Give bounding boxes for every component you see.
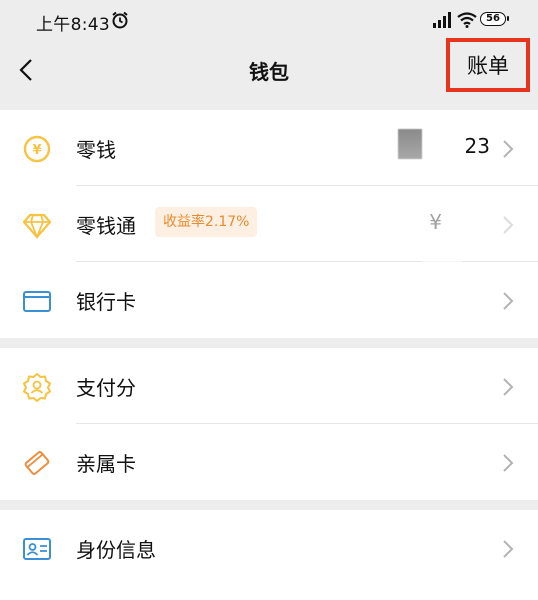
id-card-icon xyxy=(23,538,51,560)
signal-icon xyxy=(433,12,451,28)
battery-icon: 56 xyxy=(480,12,509,26)
chevron-right-icon xyxy=(503,292,514,310)
list-item-label: 亲属卡 xyxy=(76,452,136,476)
bank-card-icon xyxy=(23,291,51,312)
svg-text:¥: ¥ xyxy=(32,143,41,158)
chevron-right-icon xyxy=(503,140,514,158)
diamond-icon xyxy=(22,213,52,240)
obscured-region xyxy=(422,186,462,262)
list-item-family-card[interactable]: 亲属卡 xyxy=(0,424,538,500)
obscured-amount xyxy=(398,129,422,159)
list-item-label: 零钱 xyxy=(76,138,116,162)
family-card-icon xyxy=(24,451,50,475)
alarm-icon xyxy=(112,11,128,29)
list-item-label: 支付分 xyxy=(76,376,136,400)
list-item-bank-card[interactable]: 银行卡 xyxy=(0,262,538,338)
list-item-label: 身份信息 xyxy=(76,538,156,562)
wallet-group-services: 支付分 亲属卡 xyxy=(0,348,538,500)
chevron-right-icon xyxy=(503,540,514,558)
status-bar: 上午8:43 56 xyxy=(0,0,538,40)
yield-rate-badge: 收益率2.17% xyxy=(155,207,258,237)
list-item-change[interactable]: ¥ 零钱 23 xyxy=(0,110,538,186)
yuan-coin-icon: ¥ xyxy=(23,135,51,163)
wallet-group-identity: 身份信息 xyxy=(0,510,538,600)
chevron-right-icon xyxy=(503,216,514,234)
chevron-right-icon xyxy=(503,454,514,472)
status-time: 上午8:43 xyxy=(36,15,110,35)
list-item-label: 零钱通 xyxy=(76,214,136,238)
wallet-screen: 上午8:43 56 钱包 账单 ¥ 零钱 23 零钱通 收益率2.17% 银行卡… xyxy=(0,0,538,600)
list-item-payment-score[interactable]: 支付分 xyxy=(0,348,538,424)
payment-score-icon xyxy=(23,373,51,402)
bill-button-label: 账单 xyxy=(467,54,509,78)
chevron-right-icon xyxy=(503,378,514,396)
battery-level: 56 xyxy=(486,13,500,24)
bill-button[interactable]: 账单 xyxy=(446,38,530,92)
header: 钱包 账单 xyxy=(0,38,538,100)
balance-value: 23 xyxy=(464,134,490,158)
list-item-label: 银行卡 xyxy=(76,290,136,314)
wifi-icon xyxy=(457,12,477,28)
list-item-identity-info[interactable]: 身份信息 xyxy=(0,510,538,586)
